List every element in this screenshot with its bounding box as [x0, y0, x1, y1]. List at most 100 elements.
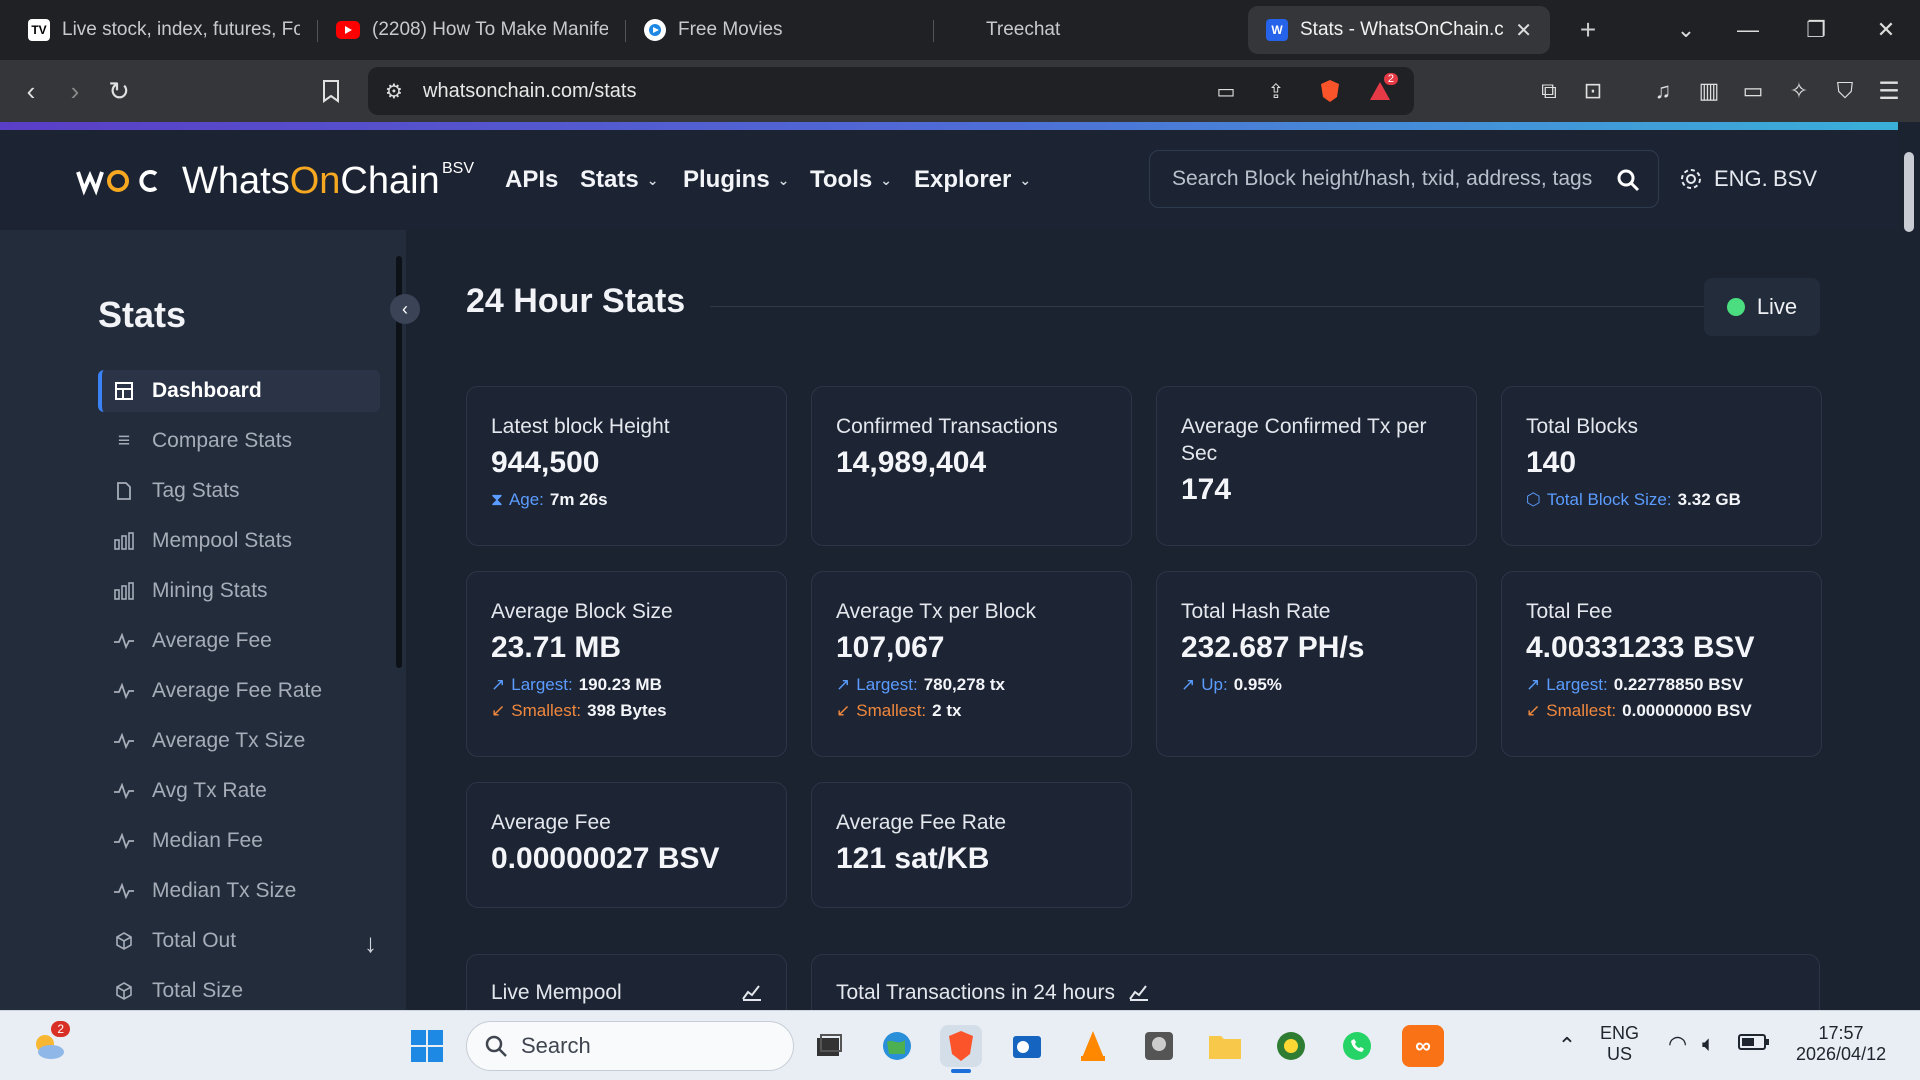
url-text[interactable]: whatsonchain.com/stats — [423, 80, 636, 103]
address-bar[interactable]: ⚙ whatsonchain.com/stats ▭ ⇪ 2 — [368, 67, 1414, 115]
cast-icon[interactable]: ▭ — [1210, 75, 1242, 107]
stat-card-total-hash-rate: Total Hash Rate 232.687 PH/s ↗ Up: 0.95% — [1156, 571, 1477, 757]
sidebar-item-average-tx-size[interactable]: Average Tx Size — [98, 720, 380, 762]
stat-card-confirmed-transactions: Confirmed Transactions 14,989,404 — [811, 386, 1132, 546]
nav-tools[interactable]: Tools ⌄ — [810, 166, 892, 194]
cube-icon — [114, 931, 134, 951]
forward-icon[interactable]: › — [54, 70, 96, 112]
page-scrollbar[interactable] — [1898, 122, 1920, 1010]
stat-card-avg-confirmed-tx-per-sec: Average Confirmed Tx per Sec 174 — [1156, 386, 1477, 546]
sidebar-item-median-fee[interactable]: Median Fee — [98, 820, 380, 862]
vlc-icon[interactable] — [1072, 1025, 1114, 1067]
brave-rewards-icon[interactable]: 2 — [1364, 73, 1398, 107]
live-status-badge[interactable]: Live — [1704, 278, 1820, 336]
window-close-icon[interactable]: ✕ — [1852, 0, 1920, 60]
brave-browser-icon[interactable] — [940, 1025, 982, 1073]
nav-plugins[interactable]: Plugins ⌄ — [683, 166, 789, 194]
media-icon[interactable]: ♫ — [1642, 70, 1684, 112]
sidebar-item-average-fee-rate[interactable]: Average Fee Rate — [98, 670, 380, 712]
wallet-icon[interactable]: ▭ — [1732, 70, 1774, 112]
whatsapp-icon[interactable] — [1336, 1025, 1378, 1067]
sidebar-item-compare-stats[interactable]: ≡ Compare Stats — [98, 420, 380, 462]
gear-icon[interactable] — [1678, 166, 1704, 197]
input-language[interactable]: ENG US — [1600, 1023, 1639, 1065]
whatsonchain-logo-icon[interactable] — [74, 166, 162, 201]
restore-icon[interactable]: ❐ — [1782, 0, 1850, 60]
taskbar-search[interactable]: Search — [466, 1021, 794, 1071]
sidebar-item-total-out[interactable]: Total Out — [98, 920, 380, 962]
chart-icon[interactable] — [742, 983, 762, 1007]
menu-icon[interactable]: ☰ — [1868, 70, 1910, 112]
scroll-down-arrow-icon[interactable]: ↓ — [364, 928, 377, 959]
tab-youtube[interactable]: (2208) How To Make Manifest — [318, 6, 626, 54]
battery-icon[interactable] — [1738, 1033, 1770, 1056]
sidebar-item-average-fee[interactable]: Average Fee — [98, 620, 380, 662]
main-content: 24 Hour Stats Live Latest block Height 9… — [406, 230, 1898, 1010]
reload-icon[interactable]: ↻ — [98, 70, 140, 112]
stat-card-average-fee-rate: Average Fee Rate 121 sat/KB — [811, 782, 1132, 908]
sidebar-item-tag-stats[interactable]: Tag Stats — [98, 470, 380, 512]
stat-card-average-block-size: Average Block Size 23.71 MB ↗ Largest: 190… — [466, 571, 787, 757]
screenshot-icon[interactable]: ⊡ — [1572, 70, 1614, 112]
site-header: WhatsOnChain BSV APIs Stats ⌄ Plugins ⌄ To… — [0, 130, 1898, 230]
arrow-up-right-icon: ↗ — [836, 675, 851, 694]
arrow-up-right-icon: ↗ — [491, 675, 506, 694]
task-view-icon[interactable] — [808, 1025, 850, 1067]
new-tab-button[interactable]: + — [1568, 10, 1608, 50]
tab-free-movies[interactable]: Free Movies — [626, 6, 934, 54]
pulse-icon — [114, 681, 134, 701]
leo-ai-icon[interactable]: ✧ — [1778, 70, 1820, 112]
language-selector[interactable]: ENG. — [1714, 166, 1768, 192]
tab-list-chevron-icon[interactable]: ⌄ — [1652, 0, 1720, 60]
search-input[interactable] — [1150, 151, 1600, 207]
chevron-down-icon: ⌄ — [646, 171, 659, 188]
brand-name[interactable]: WhatsOnChain — [182, 160, 440, 203]
sidebar-collapse-button[interactable]: ‹ — [390, 294, 420, 324]
globe-app-icon[interactable] — [876, 1025, 918, 1067]
sidebar-item-median-tx-size[interactable]: Median Tx Size — [98, 870, 380, 912]
sidebar-item-total-size[interactable]: Total Size — [98, 970, 380, 1010]
minimize-icon[interactable]: — — [1714, 0, 1782, 60]
tab-tradingview[interactable]: TV Live stock, index, futures, Fore — [10, 6, 318, 54]
game-app-icon[interactable] — [1138, 1025, 1180, 1067]
search-button[interactable] — [1608, 160, 1648, 200]
volume-icon[interactable]: 🔈︎ — [1702, 1031, 1715, 1057]
chart-icon[interactable] — [1129, 981, 1149, 1010]
close-icon[interactable]: ✕ — [1515, 18, 1532, 43]
search-box — [1149, 150, 1659, 208]
page-scrollbar-thumb[interactable] — [1904, 152, 1914, 232]
sidebar-item-mempool-stats[interactable]: Mempool Stats — [98, 520, 380, 562]
wifi-icon[interactable]: ◠ — [1668, 1031, 1687, 1057]
bookmark-icon[interactable] — [310, 70, 352, 112]
site-info-icon[interactable]: ⚙ — [378, 75, 410, 107]
extensions-icon[interactable]: ⧉ — [1528, 70, 1570, 112]
sidebar-toggle-icon[interactable]: ▥ — [1688, 70, 1730, 112]
sidebar-item-mining-stats[interactable]: Mining Stats — [98, 570, 380, 612]
share-icon[interactable]: ⇪ — [1260, 75, 1292, 107]
sidebar-title: Stats — [98, 294, 187, 335]
tab-whatsonchain-stats[interactable]: W Stats - WhatsOnChain.co ✕ — [1248, 6, 1550, 54]
chevron-up-icon[interactable]: ⌃ — [1546, 1025, 1588, 1067]
sidebar-item-avg-tx-rate[interactable]: Avg Tx Rate — [98, 770, 380, 812]
windows-start-icon[interactable] — [406, 1025, 448, 1067]
orange-app-icon[interactable]: ∞ — [1402, 1025, 1444, 1067]
weather-icon[interactable]: 2 — [28, 1021, 70, 1067]
clock[interactable]: 17:57 2026/04/12 — [1796, 1023, 1886, 1065]
nav-explorer[interactable]: Explorer ⌄ — [914, 166, 1031, 194]
network-selector[interactable]: BSV — [1773, 166, 1817, 192]
nav-stats[interactable]: Stats ⌄ — [580, 166, 658, 194]
tab-treechat[interactable]: Treechat — [934, 6, 1242, 54]
treechat-icon — [952, 19, 974, 41]
tab-label: Stats - WhatsOnChain.co — [1300, 19, 1504, 40]
trading-app-icon[interactable] — [1270, 1025, 1312, 1067]
chevron-down-icon: ⌄ — [880, 171, 892, 188]
sidebar-item-dashboard[interactable]: Dashboard — [98, 370, 380, 412]
back-icon[interactable]: ‹ — [10, 70, 52, 112]
chevron-down-icon: ⌄ — [777, 171, 790, 188]
file-explorer-icon[interactable] — [1204, 1025, 1246, 1067]
brave-shields-icon[interactable] — [1314, 75, 1346, 107]
cube-icon: ⬡ — [1526, 490, 1541, 509]
outlook-icon[interactable] — [1006, 1025, 1048, 1067]
vpn-icon[interactable]: ⛉ — [1824, 70, 1866, 112]
nav-apis[interactable]: APIs — [505, 166, 558, 194]
